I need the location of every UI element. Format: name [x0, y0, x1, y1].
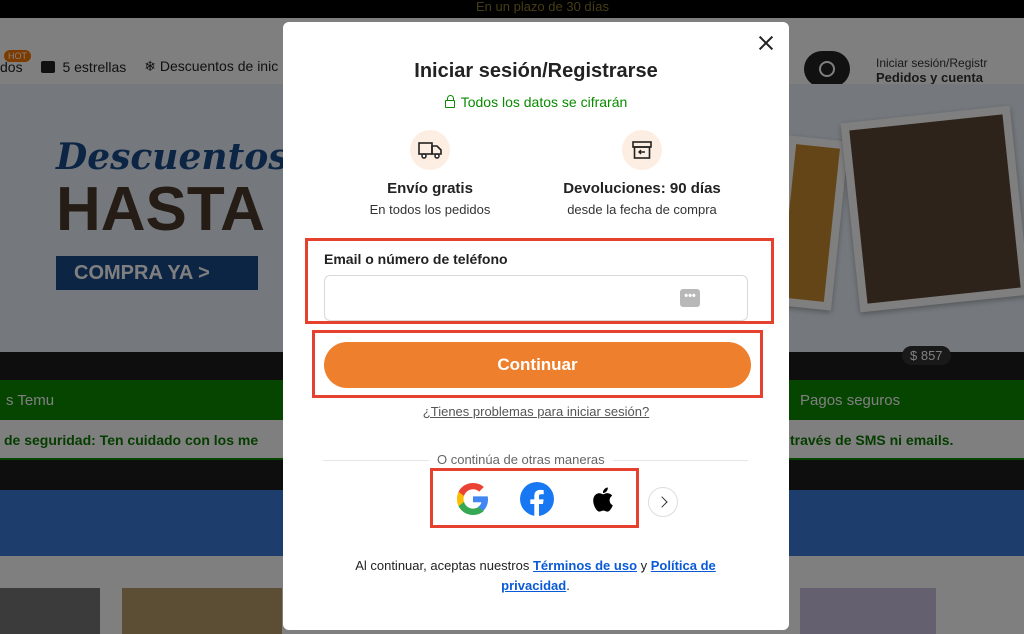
benefit-title: Envío gratis: [387, 180, 473, 197]
benefit-free-shipping: Envío gratis En todos los pedidos: [330, 130, 530, 217]
email-field-group: Email o número de teléfono •••: [305, 238, 774, 324]
benefit-subtitle: En todos los pedidos: [369, 202, 491, 217]
lock-icon: [444, 95, 455, 108]
modal-title: Iniciar sesión/Registrarse: [414, 60, 658, 82]
terms-suffix: .: [566, 578, 570, 593]
terms-and: y: [640, 558, 648, 573]
more-login-options-button[interactable]: [648, 487, 678, 517]
facebook-icon: [520, 482, 554, 516]
continue-button[interactable]: Continuar: [324, 342, 751, 388]
secure-text: Todos los datos se cifrarán: [460, 94, 628, 110]
google-login-button[interactable]: [455, 481, 491, 517]
benefit-title: Devoluciones: 90 días: [563, 180, 721, 197]
secure-notice: Todos los datos se cifrarán: [283, 94, 789, 110]
google-icon: [457, 483, 488, 515]
truck-icon: [410, 130, 450, 170]
apple-icon: [593, 487, 613, 512]
close-icon[interactable]: [755, 32, 777, 54]
benefit-subtitle: desde la fecha de compra: [567, 202, 717, 217]
terms-of-use-link[interactable]: Términos de uso: [533, 558, 637, 573]
login-modal: Iniciar sesión/Registrarse Todos los dat…: [283, 22, 789, 630]
login-trouble-link[interactable]: ¿Tienes problemas para iniciar sesión?: [283, 404, 789, 419]
email-label: Email o número de teléfono: [324, 251, 508, 267]
return-box-icon: [622, 130, 662, 170]
facebook-login-button[interactable]: [519, 481, 555, 517]
benefit-returns: Devoluciones: 90 días desde la fecha de …: [542, 130, 742, 217]
social-login-group: [430, 468, 639, 528]
divider-text: O continúa de otras maneras: [429, 452, 613, 467]
terms-prefix: Al continuar, aceptas nuestros: [355, 558, 530, 573]
terms-notice: Al continuar, aceptas nuestros Términos …: [323, 556, 748, 596]
continue-highlight: Continuar: [312, 330, 763, 398]
apple-login-button[interactable]: [585, 481, 621, 517]
password-manager-icon[interactable]: •••: [680, 289, 700, 307]
